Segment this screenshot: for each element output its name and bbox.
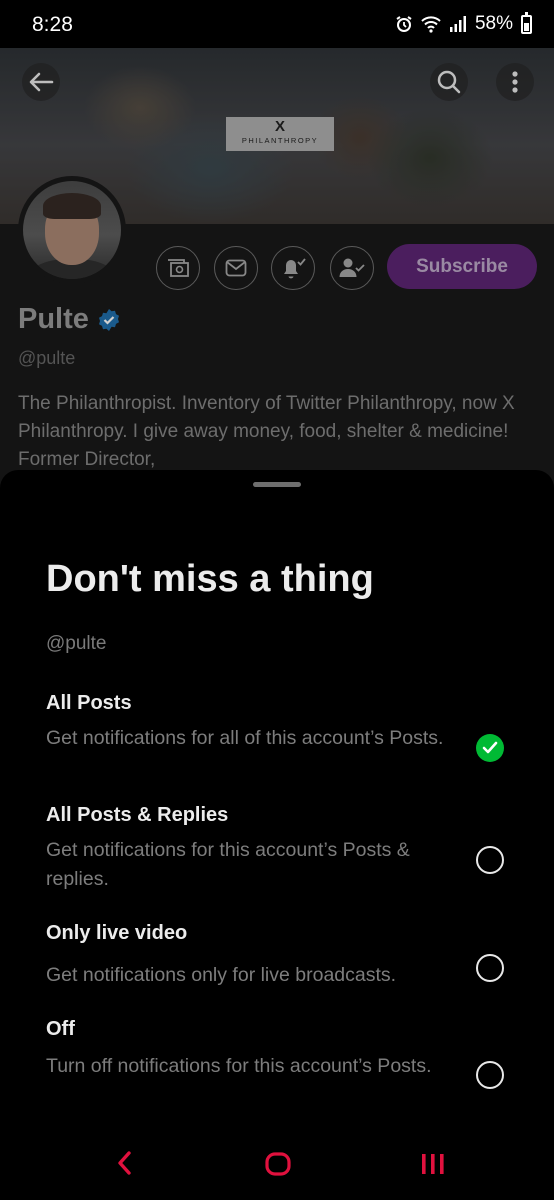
search-icon <box>437 70 461 94</box>
option-description: Get notifications for all of this accoun… <box>46 727 444 749</box>
battery-icon <box>521 11 532 34</box>
nav-home-button[interactable] <box>265 1152 291 1181</box>
banner-logo: X PHILANTHROPY <box>226 117 334 151</box>
profile-background: X PHILANTHROPY Subscribe Pulte @pulte Th… <box>0 48 554 498</box>
battery-percent: 58% <box>474 13 513 34</box>
message-button[interactable] <box>214 246 258 290</box>
back-arrow-icon <box>29 72 54 92</box>
option-title: All Posts & Replies <box>46 804 229 826</box>
radio-unselected[interactable] <box>476 954 504 982</box>
wifi-icon <box>421 15 441 33</box>
nav-back-icon <box>118 1151 131 1175</box>
option-title: Off <box>46 1018 75 1040</box>
more-options-button[interactable] <box>496 63 534 101</box>
notifications-button[interactable] <box>271 246 315 290</box>
nav-home-icon <box>265 1152 291 1176</box>
subscribe-button[interactable]: Subscribe <box>387 244 537 289</box>
person-check-icon <box>339 258 365 277</box>
following-button[interactable] <box>330 246 374 290</box>
radio-selected[interactable] <box>476 734 504 762</box>
notification-settings-sheet: Don't miss a thing @pulte All Posts Get … <box>0 470 554 1130</box>
alarm-icon <box>395 15 413 33</box>
profile-name: Pulte <box>18 303 89 335</box>
message-icon <box>225 259 247 277</box>
search-button[interactable] <box>430 63 468 101</box>
avatar[interactable] <box>18 176 126 284</box>
option-all-posts[interactable]: All Posts Get notifications for all of t… <box>46 692 526 784</box>
sheet-drag-handle[interactable] <box>253 482 301 487</box>
profile-name-row: Pulte <box>18 303 121 336</box>
tip-icon <box>168 259 189 277</box>
nav-recents-button[interactable] <box>420 1152 446 1181</box>
option-description: Get notifications for this account’s Pos… <box>46 839 410 890</box>
profile-handle: @pulte <box>18 348 76 368</box>
option-title: All Posts <box>46 692 132 714</box>
option-title: Only live video <box>46 922 188 944</box>
sheet-title: Don't miss a thing <box>46 558 374 600</box>
system-nav-bar <box>0 1130 554 1200</box>
verified-badge-icon <box>98 308 119 331</box>
radio-unselected[interactable] <box>476 846 504 874</box>
option-description: Turn off notifications for this account’… <box>46 1055 432 1077</box>
banner-logo-text: PHILANTHROPY <box>241 136 319 145</box>
status-icons: 58% <box>395 11 532 35</box>
option-only-live-video[interactable]: Only live video Get notifications only f… <box>46 922 526 992</box>
profile-bio: The Philanthropist. Inventory of Twitter… <box>18 393 515 470</box>
option-off[interactable]: Off Turn off notifications for this acco… <box>46 1018 526 1110</box>
option-description: Get notifications only for live broadcas… <box>46 964 397 986</box>
status-bar: 8:28 58% <box>0 0 554 48</box>
radio-unselected[interactable] <box>476 1061 504 1089</box>
bell-check-icon <box>284 258 306 279</box>
nav-back-button[interactable] <box>116 1150 132 1181</box>
status-time: 8:28 <box>32 13 73 36</box>
sheet-handle: @pulte <box>46 633 107 654</box>
more-options-icon <box>512 71 518 93</box>
nav-recents-icon <box>422 1154 444 1174</box>
option-all-posts-and-replies[interactable]: All Posts & Replies Get notifications fo… <box>46 804 526 896</box>
check-icon <box>482 741 498 754</box>
back-button[interactable] <box>22 63 60 101</box>
tip-button[interactable] <box>156 246 200 290</box>
banner-logo-x: X <box>274 118 285 135</box>
signal-icon <box>449 15 467 33</box>
